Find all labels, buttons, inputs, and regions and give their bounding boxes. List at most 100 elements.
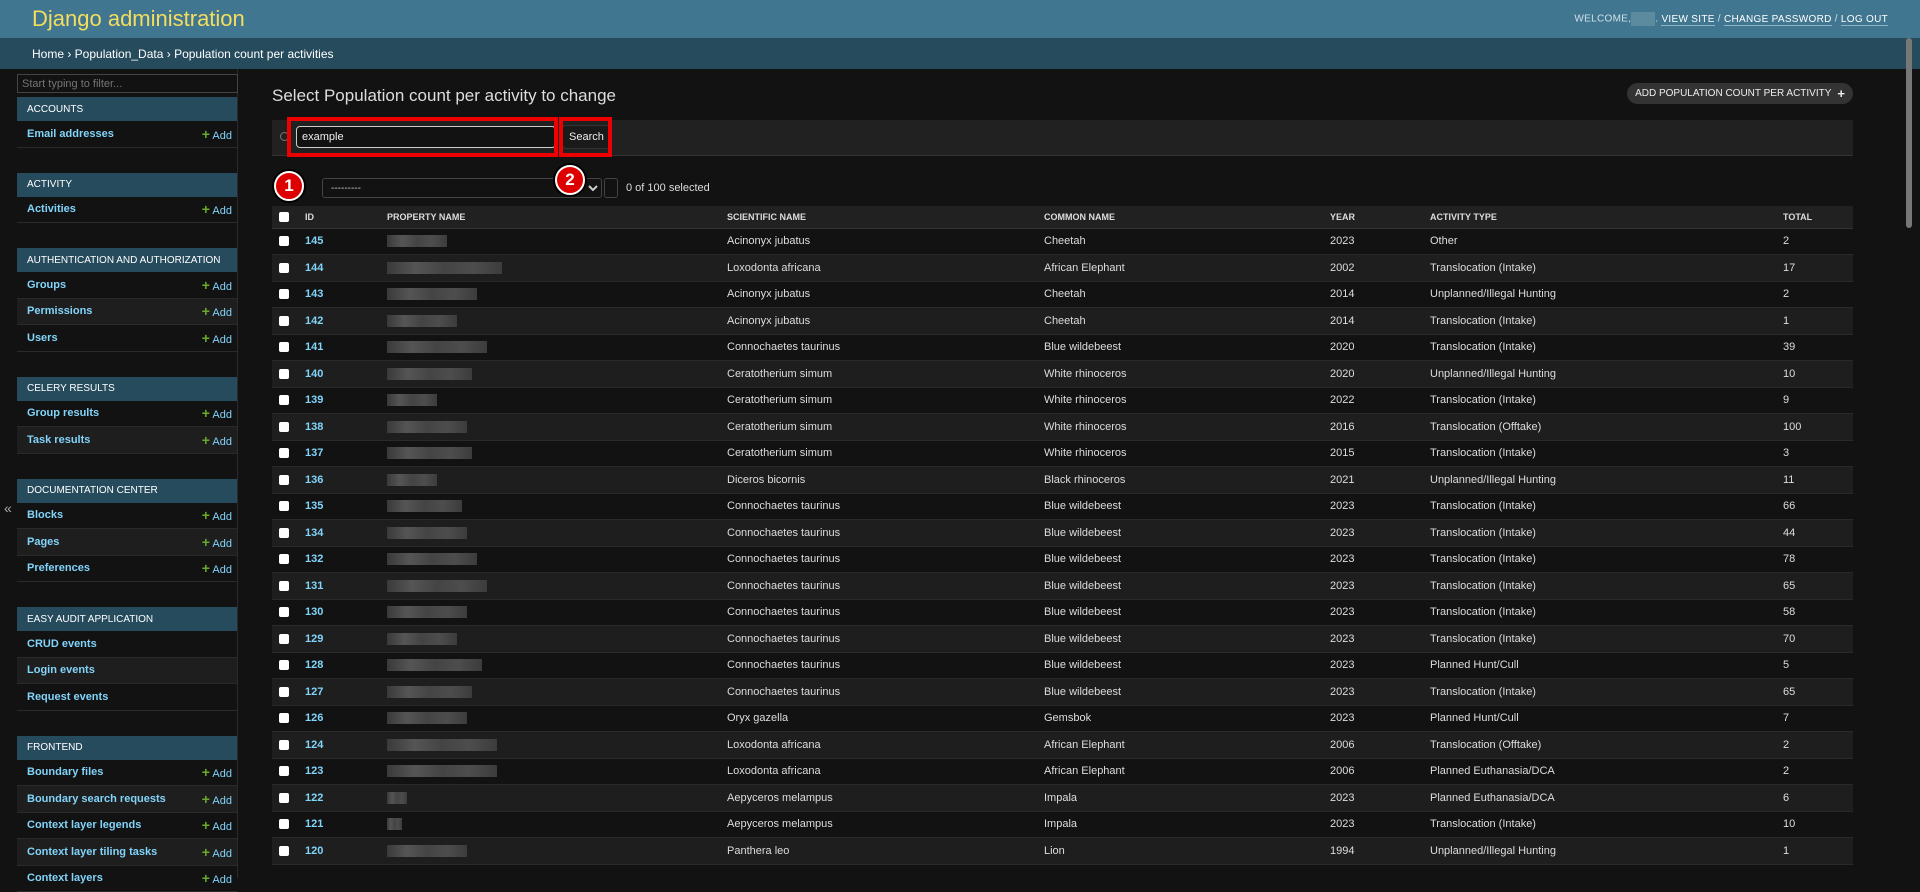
sidebar-item-label[interactable]: Login events [27, 664, 95, 676]
row-checkbox[interactable] [279, 819, 289, 829]
row-checkbox[interactable] [279, 766, 289, 776]
row-id-link[interactable]: 143 [305, 281, 387, 308]
sidebar-add-link[interactable]: + Add [202, 764, 232, 780]
column-header-property-name[interactable]: PROPERTY NAME [387, 206, 727, 228]
row-id-link[interactable]: 131 [305, 573, 387, 600]
table-row[interactable]: 132 Connochaetes taurinus Blue wildebees… [272, 546, 1853, 573]
table-row[interactable]: 134 Connochaetes taurinus Blue wildebees… [272, 520, 1853, 547]
row-id-link[interactable]: 128 [305, 652, 387, 679]
row-id-link[interactable]: 138 [305, 414, 387, 441]
scrollbar[interactable] [1906, 38, 1912, 228]
table-row[interactable]: 137 Ceratotherium simum White rhinoceros… [272, 440, 1853, 467]
row-id-link[interactable]: 122 [305, 785, 387, 812]
row-select-cell[interactable] [272, 414, 305, 441]
row-checkbox[interactable] [279, 687, 289, 697]
sidebar-add-link[interactable]: + Add [202, 791, 232, 807]
sidebar-section-title[interactable]: DOCUMENTATION CENTER [17, 479, 237, 503]
table-row[interactable]: 126 Oryx gazella Gemsbok 2023 Planned Hu… [272, 705, 1853, 732]
sidebar-item-label[interactable]: Context layers [27, 872, 103, 884]
sidebar-item-label[interactable]: Email addresses [27, 128, 114, 140]
table-row[interactable]: 143 Acinonyx jubatus Cheetah 2014 Unplan… [272, 281, 1853, 308]
row-checkbox[interactable] [279, 316, 289, 326]
sidebar-add-link[interactable]: + Add [202, 870, 232, 886]
add-population-count-button[interactable]: ADD POPULATION COUNT PER ACTIVITY+ [1627, 83, 1853, 104]
row-checkbox[interactable] [279, 289, 289, 299]
row-checkbox[interactable] [279, 448, 289, 458]
change-password-link[interactable]: CHANGE PASSWORD [1724, 14, 1832, 26]
sidebar-add-link[interactable]: + Add [202, 126, 232, 142]
row-checkbox[interactable] [279, 236, 289, 246]
nav-filter-input[interactable] [17, 74, 238, 93]
table-row[interactable]: 140 Ceratotherium simum White rhinoceros… [272, 361, 1853, 388]
row-select-cell[interactable] [272, 652, 305, 679]
table-row[interactable]: 122 Aepyceros melampus Impala 2023 Plann… [272, 785, 1853, 812]
sidebar-section-title[interactable]: FRONTEND [17, 736, 237, 760]
sidebar-add-link[interactable]: + Add [202, 560, 232, 576]
column-header-total[interactable]: TOTAL [1783, 206, 1853, 228]
breadcrumb[interactable]: Home › Population_Data › Population coun… [0, 38, 1920, 69]
table-row[interactable]: 141 Connochaetes taurinus Blue wildebees… [272, 334, 1853, 361]
row-checkbox[interactable] [279, 475, 289, 485]
table-row[interactable]: 121 Aepyceros melampus Impala 2023 Trans… [272, 811, 1853, 838]
table-row[interactable]: 129 Connochaetes taurinus Blue wildebees… [272, 626, 1853, 653]
select-all-checkbox[interactable] [279, 212, 289, 222]
row-id-link[interactable]: 145 [305, 228, 387, 255]
row-id-link[interactable]: 134 [305, 520, 387, 547]
sidebar-item-label[interactable]: Blocks [27, 509, 63, 521]
row-id-link[interactable]: 120 [305, 838, 387, 865]
sidebar-section-title[interactable]: CELERY RESULTS [17, 377, 237, 401]
sidebar-item[interactable]: Boundary search requests+ Add [17, 786, 237, 813]
table-row[interactable]: 123 Loxodonta africana African Elephant … [272, 758, 1853, 785]
row-checkbox[interactable] [279, 501, 289, 511]
sidebar-add-link[interactable]: + Add [202, 405, 232, 421]
row-id-link[interactable]: 142 [305, 308, 387, 335]
row-id-link[interactable]: 136 [305, 467, 387, 494]
sidebar-item-label[interactable]: Context layer legends [27, 819, 141, 831]
sidebar-item[interactable]: Pages + Add [17, 529, 237, 556]
row-select-cell[interactable] [272, 599, 305, 626]
sidebar-item[interactable]: Login events [17, 658, 237, 685]
row-id-link[interactable]: 141 [305, 334, 387, 361]
row-select-cell[interactable] [272, 361, 305, 388]
row-id-link[interactable]: 144 [305, 255, 387, 282]
column-header-activity-type[interactable]: ACTIVITY TYPE [1430, 206, 1783, 228]
sidebar-item-label[interactable]: Context layer tiling tasks [27, 846, 157, 858]
sidebar-add-link[interactable]: + Add [202, 330, 232, 346]
sidebar-add-link[interactable]: + Add [202, 201, 232, 217]
search-button[interactable]: Search [562, 125, 611, 149]
column-header-year[interactable]: YEAR [1330, 206, 1430, 228]
sidebar-item-label[interactable]: Users [27, 332, 58, 344]
row-select-cell[interactable] [272, 281, 305, 308]
table-row[interactable]: 130 Connochaetes taurinus Blue wildebees… [272, 599, 1853, 626]
sidebar-item-label[interactable]: Task results [27, 434, 90, 446]
row-select-cell[interactable] [272, 626, 305, 653]
sidebar-add-link[interactable]: + Add [202, 303, 232, 319]
row-checkbox[interactable] [279, 554, 289, 564]
row-id-link[interactable]: 123 [305, 758, 387, 785]
sidebar-item-label[interactable]: Pages [27, 536, 59, 548]
row-checkbox[interactable] [279, 263, 289, 273]
row-id-link[interactable]: 139 [305, 387, 387, 414]
table-row[interactable]: 120 Panthera leo Lion 1994 Unplanned/Ill… [272, 838, 1853, 865]
row-select-cell[interactable] [272, 308, 305, 335]
sidebar-item[interactable]: Boundary files+ Add [17, 760, 237, 787]
row-select-cell[interactable] [272, 679, 305, 706]
select-all-header[interactable] [272, 206, 305, 228]
sidebar-section-title[interactable]: ACTIVITY [17, 173, 237, 197]
sidebar-item-label[interactable]: Group results [27, 407, 99, 419]
sidebar-add-link[interactable]: + Add [202, 534, 232, 550]
table-row[interactable]: 128 Connochaetes taurinus Blue wildebees… [272, 652, 1853, 679]
row-checkbox[interactable] [279, 793, 289, 803]
sidebar-section-title[interactable]: EASY AUDIT APPLICATION [17, 607, 237, 631]
table-row[interactable]: 124 Loxodonta africana African Elephant … [272, 732, 1853, 759]
row-id-link[interactable]: 135 [305, 493, 387, 520]
column-header-scientific-name[interactable]: SCIENTIFIC NAME [727, 206, 1044, 228]
table-row[interactable]: 131 Connochaetes taurinus Blue wildebees… [272, 573, 1853, 600]
table-row[interactable]: 142 Acinonyx jubatus Cheetah 2014 Transl… [272, 308, 1853, 335]
sidebar-item-label[interactable]: Permissions [27, 305, 92, 317]
row-id-link[interactable]: 127 [305, 679, 387, 706]
table-row[interactable]: 136 Diceros bicornis Black rhinoceros 20… [272, 467, 1853, 494]
table-row[interactable]: 127 Connochaetes taurinus Blue wildebees… [272, 679, 1853, 706]
row-checkbox[interactable] [279, 607, 289, 617]
table-row[interactable]: 144 Loxodonta africana African Elephant … [272, 255, 1853, 282]
